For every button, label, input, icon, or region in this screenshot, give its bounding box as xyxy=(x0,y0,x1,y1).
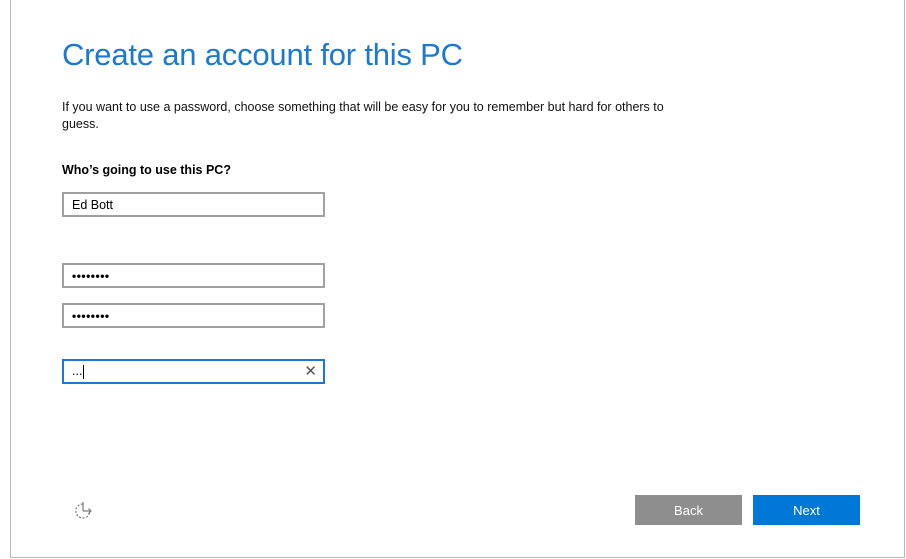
ease-of-access-icon-graphic xyxy=(75,502,92,519)
page-title: Create an account for this PC xyxy=(62,37,463,72)
back-button[interactable]: Back xyxy=(635,495,742,525)
close-icon[interactable]: ✕ xyxy=(304,364,317,379)
text-caret xyxy=(83,364,85,379)
password-value: •••••••• xyxy=(72,268,110,283)
password-hint-field[interactable]: ... ✕ xyxy=(62,359,325,384)
page-description: If you want to use a password, choose so… xyxy=(62,100,664,131)
password-hint-value: ... xyxy=(72,364,304,379)
reenter-password-field[interactable]: •••••••• xyxy=(62,303,325,328)
ease-of-access-icon[interactable] xyxy=(72,500,94,522)
password-field[interactable]: •••••••• xyxy=(62,263,325,288)
username-value: Ed Bott xyxy=(72,197,113,212)
next-button[interactable]: Next xyxy=(753,495,860,525)
reenter-password-value: •••••••• xyxy=(72,308,110,323)
username-field[interactable]: Ed Bott xyxy=(62,192,325,217)
password-hint-text: ... xyxy=(72,364,83,379)
user-question-label: Who’s going to use this PC? xyxy=(62,163,231,177)
